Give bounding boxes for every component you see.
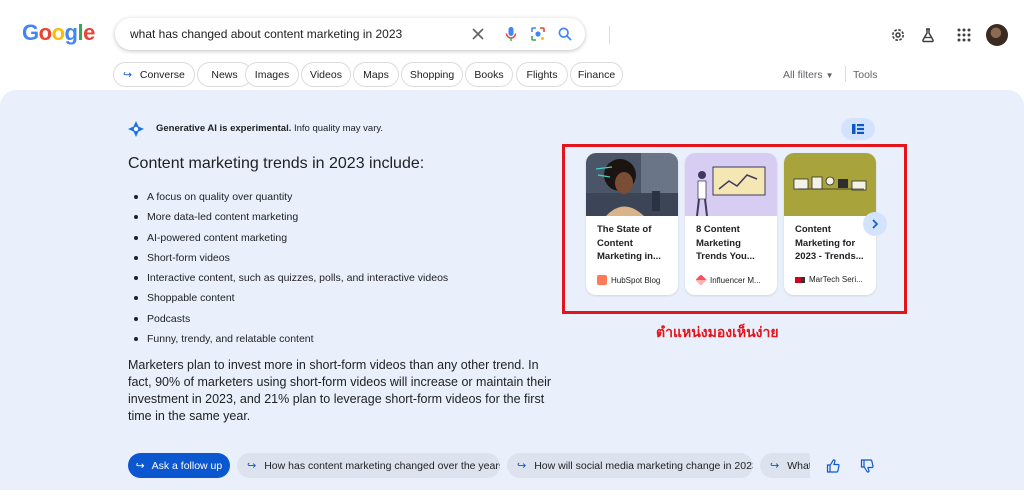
chip-flights[interactable]: Flights [516, 62, 568, 87]
labs-flask-icon[interactable] [918, 25, 938, 45]
logo-letter: o [38, 20, 52, 45]
list-item: AI-powered content marketing [132, 228, 448, 248]
google-logo[interactable]: Google [22, 20, 95, 46]
follow-up-arrow-icon: ↪ [247, 460, 257, 472]
page-bottom [0, 490, 1024, 497]
all-filters-label: All filters [783, 69, 823, 81]
follow-up-arrow-icon: ↪ [517, 460, 527, 472]
logo-letter: g [64, 20, 78, 45]
chip-videos[interactable]: Videos [301, 62, 351, 87]
annotation-note: ตำแหน่งมองเห็นง่าย [656, 324, 779, 340]
follow-up-bar: ↪ Ask a follow up ↪ How has content market… [128, 453, 810, 478]
search-box[interactable]: what has changed about content marketing… [115, 18, 610, 50]
ask-label: Ask a follow up [151, 459, 223, 472]
follow-up-arrow-icon: ↪ [135, 459, 145, 472]
chip-images[interactable]: Images [245, 62, 299, 87]
chip-label: Shopping [409, 68, 455, 81]
chip-label: Finance [577, 68, 616, 81]
follow-up-suggestion[interactable]: ↪ How will social media marketing change … [507, 453, 753, 478]
chip-maps[interactable]: Maps [353, 62, 399, 87]
list-item: Funny, trendy, and relatable content [132, 329, 448, 349]
follow-up-suggestion[interactable]: ↪ What [760, 453, 810, 478]
suggestion-label: What [787, 459, 810, 472]
follow-up-arrow-icon: ↪ [770, 460, 780, 472]
list-item: Podcasts [132, 309, 448, 329]
thumbs-down-icon[interactable] [859, 458, 875, 474]
experimental-notice: Generative AI is experimental. Info qual… [156, 123, 383, 134]
account-avatar[interactable] [986, 24, 1008, 46]
tools-button[interactable]: Tools [853, 69, 878, 81]
sparkle-icon [127, 120, 145, 138]
all-filters-dropdown[interactable]: All filters ▼ [783, 69, 834, 81]
experimental-rest: Info quality may vary. [291, 123, 384, 134]
clear-icon[interactable] [468, 24, 488, 44]
chip-shopping[interactable]: Shopping [401, 62, 463, 87]
search-icon[interactable] [555, 24, 575, 44]
list-item: A focus on quality over quantity [132, 187, 448, 207]
chip-label: News [211, 68, 238, 81]
chip-label: Books [474, 68, 504, 81]
converse-arrow-icon: ↪ [123, 68, 132, 81]
chip-label: Maps [363, 68, 389, 81]
experimental-bold: Generative AI is experimental. [156, 123, 292, 134]
answer-title: Content marketing trends in 2023 include… [128, 155, 425, 172]
chip-finance[interactable]: Finance [570, 62, 623, 87]
ask-follow-up-button[interactable]: ↪ Ask a follow up [128, 453, 230, 478]
layout-toggle-icon[interactable] [841, 118, 875, 140]
chip-label: Flights [526, 68, 558, 81]
chip-converse[interactable]: ↪ Converse [113, 62, 195, 87]
highlight-box [562, 144, 907, 314]
chip-label: Images [254, 68, 290, 81]
list-item: More data-led content marketing [132, 207, 448, 227]
search-input[interactable]: what has changed about content marketing… [130, 27, 402, 41]
chip-label: Videos [310, 68, 342, 81]
search-header: Google what has changed about content ma… [0, 0, 1024, 104]
follow-up-suggestion[interactable]: ↪ How has content marketing changed over … [237, 453, 500, 478]
search-divider [609, 26, 610, 44]
chip-label: Converse [139, 68, 185, 81]
apps-grid-icon[interactable] [954, 25, 974, 45]
suggestion-label: How will social media marketing change i… [534, 459, 753, 472]
list-item: Interactive content, such as quizzes, po… [132, 268, 448, 288]
chevron-down-icon: ▼ [825, 71, 834, 80]
lens-icon[interactable] [528, 24, 548, 44]
list-item: Short-form videos [132, 248, 448, 268]
answer-bullet-list: A focus on quality over quantity More da… [132, 187, 448, 349]
settings-icon[interactable] [888, 25, 908, 45]
answer-summary: Marketers plan to invest more in short-f… [128, 358, 552, 423]
logo-letter: e [83, 20, 95, 45]
logo-letter: G [22, 20, 39, 45]
chip-news[interactable]: News [197, 62, 252, 87]
microphone-icon[interactable] [501, 24, 521, 44]
suggestion-label: How has content marketing changed over t… [264, 459, 500, 472]
thumbs-up-icon[interactable] [825, 458, 841, 474]
list-item: Shoppable content [132, 288, 448, 308]
tools-divider [845, 66, 846, 82]
chip-books[interactable]: Books [465, 62, 513, 87]
logo-letter: o [51, 20, 65, 45]
